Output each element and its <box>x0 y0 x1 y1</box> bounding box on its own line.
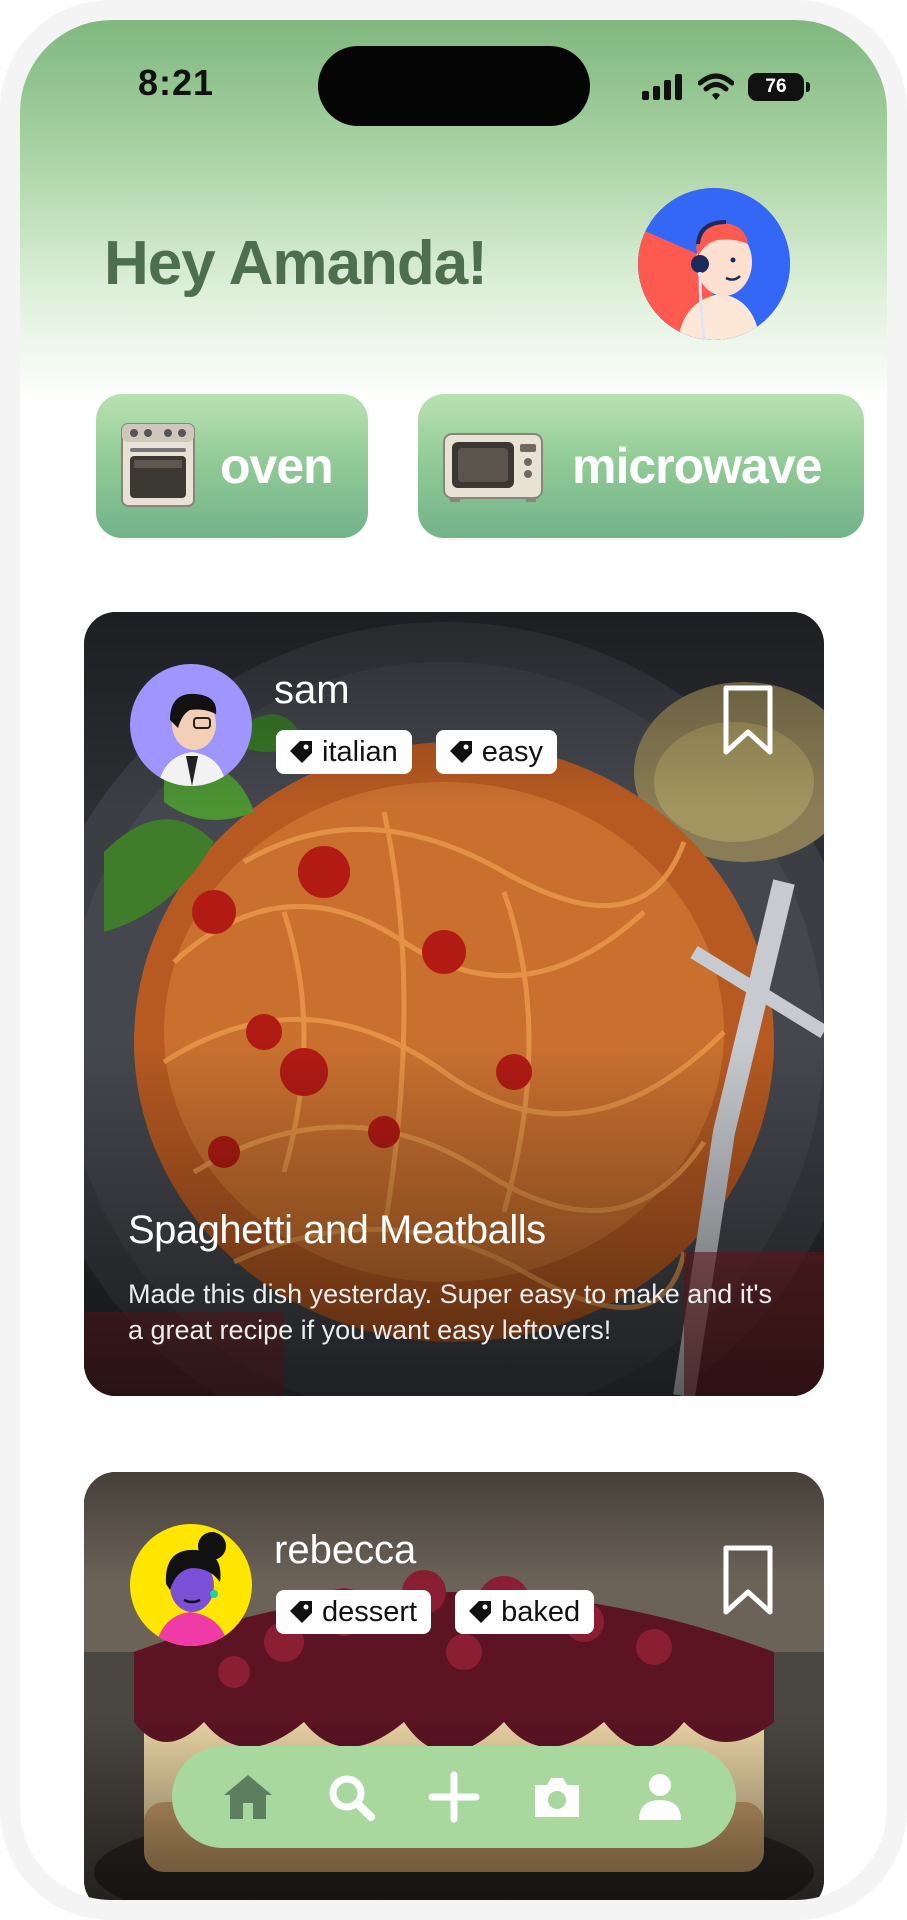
tag-icon <box>449 741 472 763</box>
dynamic-island <box>318 46 590 126</box>
tag-label: baked <box>501 1595 581 1628</box>
status-time: 8:21 <box>138 62 215 103</box>
author-avatar[interactable] <box>130 1524 252 1646</box>
battery-icon: 76 <box>748 73 810 101</box>
microwave-chip[interactable]: microwave <box>418 394 864 538</box>
tag-label: easy <box>481 735 544 768</box>
search-icon <box>329 1775 375 1821</box>
app-screen: 8:21 76 Hey Amanda! oven microwave sam i… <box>20 20 887 1900</box>
tag-label: italian <box>322 735 398 768</box>
tag-label: dessert <box>322 1595 418 1628</box>
author-name[interactable]: rebecca <box>274 1528 416 1573</box>
tag-easy[interactable]: easy <box>435 730 558 774</box>
nav-search[interactable] <box>319 1765 383 1829</box>
nav-home[interactable] <box>216 1765 280 1829</box>
author-name[interactable]: sam <box>274 668 350 713</box>
author-avatar[interactable] <box>130 664 252 786</box>
status-icons: 76 <box>642 70 810 104</box>
nav-profile[interactable] <box>628 1765 692 1829</box>
nav-camera[interactable] <box>525 1765 589 1829</box>
camera-icon <box>535 1778 580 1817</box>
home-icon <box>223 1775 272 1819</box>
tag-icon <box>290 741 312 763</box>
oven-icon <box>121 423 195 507</box>
oven-chip[interactable]: oven <box>96 394 368 538</box>
tag-dessert[interactable]: dessert <box>276 1590 432 1634</box>
signal-icon <box>642 74 682 100</box>
profile-icon <box>639 1774 682 1820</box>
oven-label: oven <box>220 438 334 494</box>
battery-level: 76 <box>765 76 787 97</box>
bottom-nav <box>172 1746 736 1848</box>
tag-list: italian easy <box>276 730 558 774</box>
bookmark-icon[interactable] <box>722 1544 774 1616</box>
tag-list: dessert baked <box>276 1590 595 1634</box>
tag-italian[interactable]: italian <box>276 730 412 774</box>
post-description: Made this dish yesterday. Super easy to … <box>128 1279 772 1345</box>
tag-icon <box>469 1601 492 1623</box>
nav-add[interactable] <box>422 1765 486 1829</box>
post-card[interactable]: sam italian easy Spaghetti and Meatballs… <box>84 612 824 1396</box>
greeting-title: Hey Amanda! <box>104 229 488 298</box>
add-icon <box>428 1771 480 1823</box>
profile-avatar[interactable] <box>638 188 790 340</box>
post-title: Spaghetti and Meatballs <box>128 1208 546 1252</box>
wifi-icon <box>698 73 734 100</box>
tag-icon <box>290 1601 312 1623</box>
tag-baked[interactable]: baked <box>455 1590 595 1634</box>
bookmark-icon[interactable] <box>722 684 774 756</box>
microwave-icon <box>443 433 543 502</box>
microwave-label: microwave <box>572 438 822 494</box>
